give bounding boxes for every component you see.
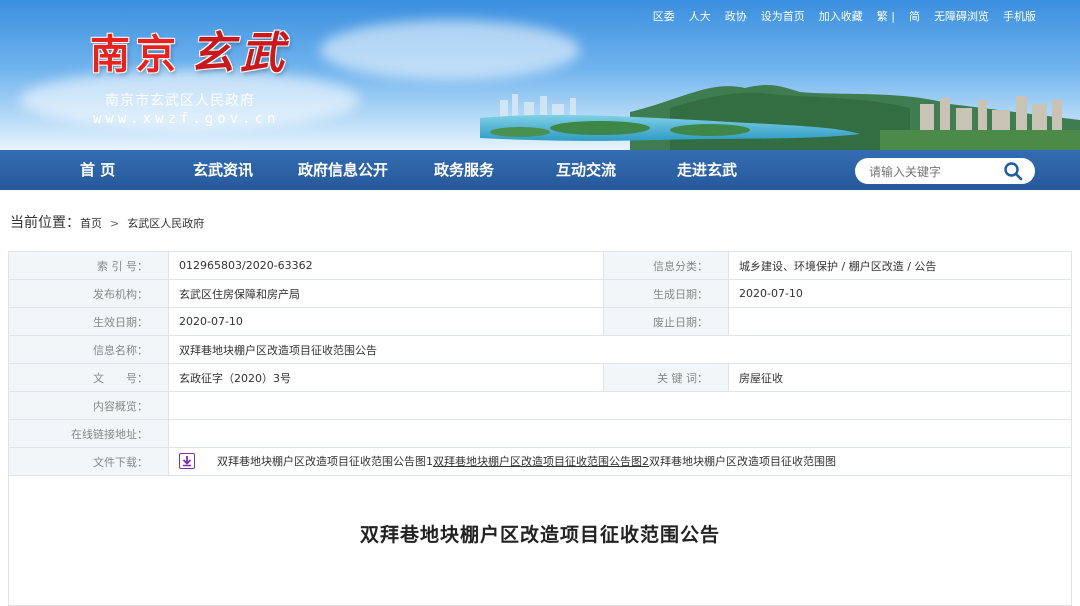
site-url: www.xwzf.gov.cn xyxy=(93,111,280,127)
table-row: 文件下载： 双拜巷地块棚户区改造项目征收范围公告图1双拜巷地块棚户区改造项目征收… xyxy=(8,447,1072,476)
effective-label: 生效日期： xyxy=(8,307,169,336)
breadcrumb-current[interactable]: 玄武区人民政府 xyxy=(127,217,204,230)
table-row: 内容概览： xyxy=(8,391,1072,420)
link-label: 在线链接地址： xyxy=(8,419,169,448)
info-table: 索 引 号： 012965803/2020-63362 信息分类： 城乡建设、环… xyxy=(8,251,1072,476)
keyword-value: 房屋征收 xyxy=(728,363,1072,392)
top-link-accessibility[interactable]: 无障碍浏览 xyxy=(934,8,989,24)
file-link-3[interactable]: 双拜巷地块棚户区改造项目征收范围图 xyxy=(649,455,836,468)
top-links: 区委 人大 政协 设为首页 加入收藏 繁 | 简 无障碍浏览 手机版 xyxy=(653,8,1036,24)
main-nav: 首 页 玄武资讯 政府信息公开 政务服务 互动交流 走进玄武 xyxy=(0,150,1080,190)
breadcrumb: 当前位置：首页 > 玄武区人民政府 xyxy=(10,212,204,232)
logo-text-xuanwu: 玄武 xyxy=(190,28,290,79)
table-row: 发布机构： 玄武区住房保障和房产局 生成日期： 2020-07-10 xyxy=(8,279,1072,308)
download-files: 双拜巷地块棚户区改造项目征收范围公告图1双拜巷地块棚户区改造项目征收范围公告图2… xyxy=(168,447,1072,476)
header-banner: 区委 人大 政协 设为首页 加入收藏 繁 | 简 无障碍浏览 手机版 南京 玄武 … xyxy=(0,0,1080,150)
publisher-value: 玄武区住房保障和房产局 xyxy=(168,279,604,308)
download-icon[interactable] xyxy=(179,453,195,469)
top-link-set-home[interactable]: 设为首页 xyxy=(761,8,805,24)
summary-label: 内容概览： xyxy=(8,391,169,420)
created-value: 2020-07-10 xyxy=(728,279,1072,308)
table-row: 信息名称： 双拜巷地块棚户区改造项目征收范围公告 xyxy=(8,335,1072,364)
link-value xyxy=(168,419,1072,448)
breadcrumb-label: 当前位置： xyxy=(10,215,80,231)
table-row: 索 引 号： 012965803/2020-63362 信息分类： 城乡建设、环… xyxy=(8,251,1072,280)
top-link-congress[interactable]: 人大 xyxy=(689,8,711,24)
article-title: 双拜巷地块棚户区改造项目征收范围公告 xyxy=(359,524,720,546)
expire-value xyxy=(728,307,1072,336)
nav-interaction[interactable]: 互动交流 xyxy=(556,150,616,190)
created-label: 生成日期： xyxy=(603,279,729,308)
file-link-1[interactable]: 双拜巷地块棚户区改造项目征收范围公告图1 xyxy=(217,455,433,468)
search-box xyxy=(855,158,1035,184)
table-row: 文 号： 玄政征字（2020）3号 关 键 词： 房屋征收 xyxy=(8,363,1072,392)
keyword-label: 关 键 词： xyxy=(603,363,729,392)
site-logo[interactable]: 南京 玄武 xyxy=(90,30,290,79)
top-link-favorite[interactable]: 加入收藏 xyxy=(819,8,863,24)
breadcrumb-home[interactable]: 首页 xyxy=(80,217,102,230)
download-label: 文件下载： xyxy=(8,447,169,476)
top-link-traditional[interactable]: 繁 | xyxy=(877,8,895,24)
category-value: 城乡建设、环境保护 / 棚户区改造 / 公告 xyxy=(728,251,1072,280)
article-content: 双拜巷地块棚户区改造项目征收范围公告 xyxy=(8,476,1072,606)
nav-home[interactable]: 首 页 xyxy=(80,150,115,190)
expire-label: 废止日期： xyxy=(603,307,729,336)
index-value: 012965803/2020-63362 xyxy=(168,251,604,280)
nav-services[interactable]: 政务服务 xyxy=(434,150,494,190)
table-row: 在线链接地址： xyxy=(8,419,1072,448)
nav-gov-info[interactable]: 政府信息公开 xyxy=(298,150,388,190)
effective-value: 2020-07-10 xyxy=(168,307,604,336)
name-value: 双拜巷地块棚户区改造项目征收范围公告 xyxy=(168,335,1072,364)
top-link-mobile[interactable]: 手机版 xyxy=(1003,8,1036,24)
nav-about[interactable]: 走进玄武 xyxy=(677,150,737,190)
category-label: 信息分类： xyxy=(603,251,729,280)
search-input[interactable] xyxy=(867,162,996,182)
table-row: 生效日期： 2020-07-10 废止日期： xyxy=(8,307,1072,336)
logo-text-nanjing: 南京 xyxy=(90,31,182,78)
publisher-label: 发布机构： xyxy=(8,279,169,308)
top-link-simplified[interactable]: 简 xyxy=(909,8,920,24)
nav-news[interactable]: 玄武资讯 xyxy=(193,150,253,190)
top-link-party[interactable]: 区委 xyxy=(653,8,675,24)
file-link-2[interactable]: 双拜巷地块棚户区改造项目征收范围公告图2 xyxy=(433,455,649,468)
docno-value: 玄政征字（2020）3号 xyxy=(168,363,604,392)
summary-value xyxy=(168,391,1072,420)
search-icon[interactable] xyxy=(1003,161,1023,181)
docno-label: 文 号： xyxy=(8,363,169,392)
top-link-cppcc[interactable]: 政协 xyxy=(725,8,747,24)
gov-name: 南京市玄武区人民政府 xyxy=(105,93,255,109)
index-label: 索 引 号： xyxy=(8,251,169,280)
name-label: 信息名称： xyxy=(8,335,169,364)
breadcrumb-separator: > xyxy=(110,217,120,230)
